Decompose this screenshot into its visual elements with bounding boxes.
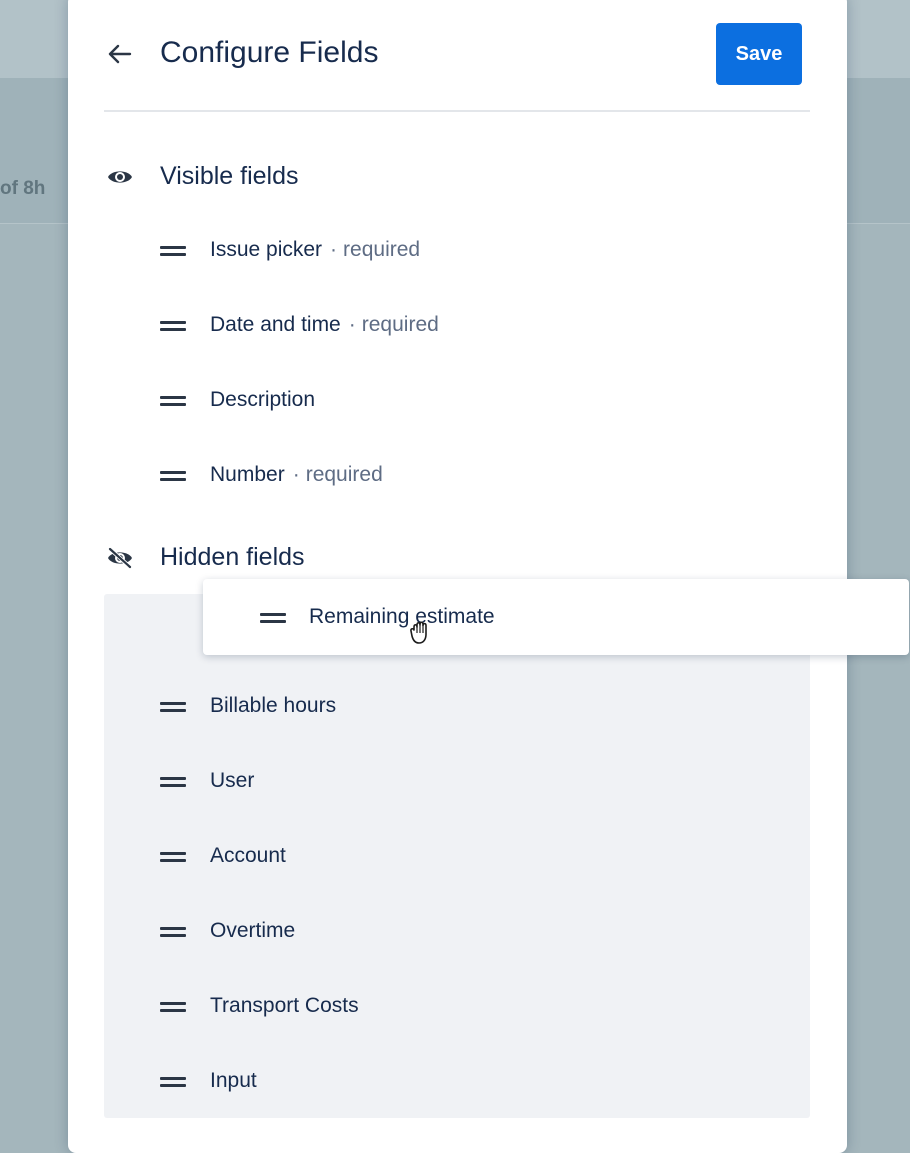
save-button[interactable]: Save — [716, 23, 802, 85]
drag-handle-icon[interactable] — [160, 772, 186, 790]
drag-handle-icon[interactable] — [160, 1072, 186, 1090]
eye-off-icon — [106, 547, 134, 569]
field-item-input[interactable]: Input — [158, 1064, 758, 1098]
field-label: Input — [210, 1069, 257, 1092]
drag-handle-icon[interactable] — [160, 847, 186, 865]
field-item-billable-hours[interactable]: Billable hours — [158, 689, 758, 723]
field-label: Issue picker · required — [210, 238, 421, 261]
hidden-fields-heading: Hidden fields — [106, 543, 606, 575]
field-label: Date and time · required — [210, 313, 439, 336]
drag-handle-icon[interactable] — [160, 466, 186, 484]
required-tag: required — [361, 313, 439, 336]
configure-fields-panel: Configure Fields Save Visible fields Iss… — [68, 0, 847, 1153]
dragging-field-label: Remaining estimate — [309, 605, 495, 628]
field-item-transport-costs[interactable]: Transport Costs — [158, 989, 758, 1023]
field-item-number[interactable]: Number · required — [158, 458, 758, 492]
field-item-user[interactable]: User — [158, 764, 758, 798]
field-label: Billable hours — [210, 694, 337, 717]
field-item-account[interactable]: Account — [158, 839, 758, 873]
drag-handle-icon[interactable] — [260, 608, 286, 626]
visible-fields-label: Visible fields — [160, 162, 299, 190]
drag-handle-icon[interactable] — [160, 391, 186, 409]
field-label: Overtime — [210, 919, 296, 942]
field-label: Description — [210, 388, 316, 411]
field-label: User — [210, 769, 255, 792]
field-label: Account — [210, 844, 286, 867]
field-item-description[interactable]: Description — [158, 383, 758, 417]
field-item-overtime[interactable]: Overtime — [158, 914, 758, 948]
field-item-issue-picker[interactable]: Issue picker · required — [158, 233, 758, 267]
hidden-fields-label: Hidden fields — [160, 543, 305, 571]
drag-handle-icon[interactable] — [160, 997, 186, 1015]
arrow-left-icon[interactable] — [106, 42, 134, 66]
field-item-date-and-time[interactable]: Date and time · required — [158, 308, 758, 342]
required-tag: required — [343, 238, 421, 261]
field-label: Number · required — [210, 463, 383, 486]
eye-icon — [106, 166, 134, 188]
header-divider — [104, 110, 810, 112]
required-tag: required — [305, 463, 383, 486]
background-hours-text: of 8h — [0, 178, 46, 199]
page-title: Configure Fields — [160, 36, 379, 69]
dragging-field-card[interactable]: Remaining estimate — [203, 579, 909, 655]
grabbing-hand-icon — [409, 615, 435, 645]
drag-handle-icon[interactable] — [160, 316, 186, 334]
field-label: Transport Costs — [210, 994, 359, 1017]
drag-handle-icon[interactable] — [160, 922, 186, 940]
drag-handle-icon[interactable] — [160, 697, 186, 715]
drag-handle-icon[interactable] — [160, 241, 186, 259]
visible-fields-heading: Visible fields — [106, 162, 606, 194]
panel-header: Configure Fields Save — [68, 0, 847, 111]
